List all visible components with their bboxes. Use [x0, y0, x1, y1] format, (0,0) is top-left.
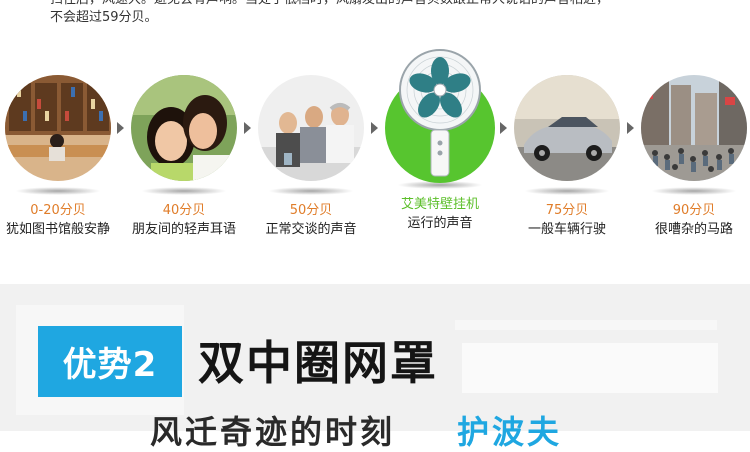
noise-level-product: 艾美特壁挂机 运行的声音 [380, 47, 500, 233]
db-label: 50分贝 [289, 203, 333, 218]
circle-shadow [268, 187, 354, 195]
arrow-right-icon [117, 122, 124, 134]
db-description: 很嘈杂的马路 [654, 222, 733, 237]
db-description: 运行的声音 [407, 216, 473, 231]
street-photo [641, 75, 747, 181]
advantage-badge: 优势2 [38, 326, 182, 397]
noise-level-conversation: 50分贝 正常交谈的声音 [253, 75, 369, 239]
arrow-right-icon [627, 122, 634, 134]
circle-shadow [141, 187, 227, 195]
db-description: 朋友间的轻声耳语 [131, 222, 236, 237]
intro-line-2: 不会超过59分贝。 [50, 10, 158, 25]
decorative-panel [462, 343, 718, 393]
circle-shadow [651, 187, 737, 195]
arrow-right-icon [244, 122, 251, 134]
intro-text: 扫往后，风速大。避免会有声响。当处于低档时，风扇发出的声音贝数跟正常人说话的声音… [50, 0, 730, 27]
noise-level-car: 75分贝 一般车辆行驶 [509, 75, 625, 239]
decorative-bar [455, 320, 717, 330]
circle-shadow [15, 187, 101, 195]
db-description: 正常交谈的声音 [265, 222, 357, 237]
subtitle-text: 风迁奇迹的时刻 [150, 413, 396, 451]
library-photo [5, 75, 111, 181]
subtitle-highlight: 护波夫 [457, 413, 563, 451]
db-label: 90分贝 [672, 203, 716, 218]
noise-level-whisper: 40分贝 朋友间的轻声耳语 [126, 75, 242, 239]
db-label: 40分贝 [162, 203, 206, 218]
db-label: 艾美特壁挂机 [400, 197, 479, 212]
whisper-photo [131, 75, 237, 181]
advantage-subtitle: 风迁奇迹的时刻 护波夫 [150, 412, 562, 452]
noise-level-street: 90分贝 很嘈杂的马路 [636, 75, 750, 239]
noise-level-library: 0-20分贝 犹如图书馆般安静 [0, 75, 116, 239]
db-label: 75分贝 [545, 203, 589, 218]
arrow-right-icon [371, 122, 378, 134]
product-visual [380, 47, 500, 183]
db-description: 一般车辆行驶 [527, 222, 606, 237]
db-description: 犹如图书馆般安静 [5, 222, 110, 237]
db-label: 0-20分贝 [30, 203, 86, 218]
car-photo [514, 75, 620, 181]
conversation-photo [258, 75, 364, 181]
intro-line-1: 扫往后，风速大。避免会有声响。当处于低档时，风扇发出的声音贝数跟正常人说话的声音… [50, 0, 730, 9]
arrow-right-icon [500, 122, 507, 134]
wall-fan-icon [399, 49, 481, 177]
circle-shadow [524, 187, 610, 195]
advantage-title: 双中圈网罩 [198, 336, 438, 390]
